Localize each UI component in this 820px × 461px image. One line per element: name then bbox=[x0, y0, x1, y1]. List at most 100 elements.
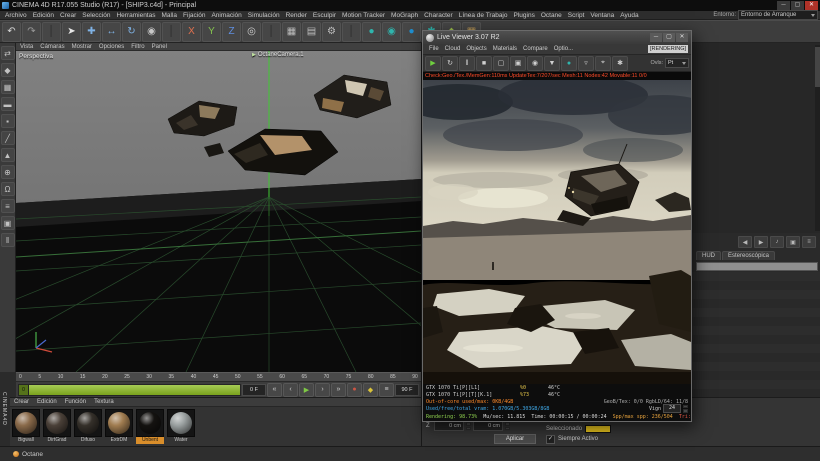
lv-menu-item[interactable]: Compare bbox=[520, 46, 551, 52]
viewport-menu-item[interactable]: Vista bbox=[20, 44, 33, 50]
panel-tab[interactable]: Estereoscópica bbox=[722, 251, 775, 260]
menu-item[interactable]: Esculpir bbox=[310, 12, 339, 19]
material-menu-item[interactable]: Crear bbox=[14, 399, 29, 405]
end-frame-field[interactable]: 90 F bbox=[395, 384, 419, 396]
close-button[interactable]: ✕ bbox=[805, 1, 818, 10]
toolbar-icon[interactable]: ↔ bbox=[102, 22, 121, 42]
left-toolbar-icon[interactable]: ▲ bbox=[1, 148, 15, 162]
overlays-dropdown[interactable]: Pt bbox=[665, 58, 689, 68]
toolbar-icon[interactable]: ◉ bbox=[142, 22, 161, 42]
menu-item[interactable]: Selección bbox=[79, 12, 113, 19]
material-menu-item[interactable]: Función bbox=[65, 399, 86, 405]
transport-button[interactable]: ◆ bbox=[363, 383, 378, 397]
menu-item[interactable]: Línea de Trabajo bbox=[456, 12, 511, 19]
transport-button[interactable]: ‹ bbox=[283, 383, 298, 397]
timeline-range-bar[interactable]: 0 bbox=[18, 384, 241, 396]
lv-toolbar-icon[interactable]: ▼ bbox=[544, 56, 560, 71]
lv-close-button[interactable]: ✕ bbox=[676, 33, 688, 42]
panel-icon[interactable]: ≡ bbox=[802, 236, 816, 248]
left-toolbar-icon[interactable]: ⇄ bbox=[1, 46, 15, 60]
scrollbar[interactable] bbox=[815, 45, 820, 231]
menu-item[interactable]: Ventana bbox=[587, 12, 617, 19]
menu-item[interactable]: Malla bbox=[158, 12, 180, 19]
material-item[interactable]: Unbent bbox=[136, 409, 164, 444]
material-menu-item[interactable]: Edición bbox=[37, 399, 57, 405]
menu-item[interactable]: Edición bbox=[30, 12, 57, 19]
viewport-menu-item[interactable]: Panel bbox=[152, 44, 167, 50]
material-menu-item[interactable]: Textura bbox=[94, 399, 114, 405]
menu-item[interactable]: Fijación bbox=[180, 12, 208, 19]
minimize-button[interactable]: ─ bbox=[777, 1, 790, 10]
viewport-menu-item[interactable]: Filtro bbox=[131, 44, 144, 50]
view-label[interactable]: Perspectiva bbox=[19, 53, 53, 60]
lv-toolbar-icon[interactable]: ▢ bbox=[493, 56, 509, 71]
camera-tag[interactable]: ▶ OctaneCamera.1 bbox=[252, 52, 304, 58]
toolbar-icon[interactable]: ↷ bbox=[22, 22, 41, 42]
material-thumbnail[interactable] bbox=[167, 409, 195, 437]
apply-button[interactable]: Aplicar bbox=[494, 434, 536, 444]
position-field[interactable]: 0 cm bbox=[434, 421, 464, 431]
material-item[interactable]: ExtrDM bbox=[105, 409, 133, 444]
menu-item[interactable]: Octane bbox=[538, 12, 565, 19]
toolbar-icon[interactable]: ➤ bbox=[62, 22, 81, 42]
lv-toolbar-icon[interactable]: ■ bbox=[476, 56, 492, 71]
left-toolbar-icon[interactable]: ⊕ bbox=[1, 165, 15, 179]
left-toolbar-icon[interactable]: Ω bbox=[1, 182, 15, 196]
material-thumbnail[interactable] bbox=[74, 409, 102, 437]
lv-minimize-button[interactable]: ─ bbox=[650, 33, 662, 42]
lv-toolbar-icon[interactable]: ● bbox=[561, 56, 577, 71]
lv-menu-item[interactable]: Optio... bbox=[551, 46, 576, 52]
size-field[interactable]: 0 cm bbox=[473, 421, 503, 431]
layout-dropdown[interactable]: Entorno de Arranque bbox=[738, 10, 818, 20]
toolbar-icon[interactable]: ✚ bbox=[82, 22, 101, 42]
material-item[interactable]: Water bbox=[167, 409, 195, 444]
panel-icon[interactable]: ♪ bbox=[770, 236, 784, 248]
material-thumbnail[interactable] bbox=[12, 409, 40, 437]
menu-item[interactable]: Script bbox=[565, 12, 588, 19]
transport-button[interactable]: › bbox=[315, 383, 330, 397]
current-frame-field[interactable]: 0 F bbox=[242, 384, 266, 396]
size-stepper[interactable] bbox=[505, 422, 510, 430]
left-toolbar-icon[interactable]: ▪ bbox=[1, 114, 15, 128]
menu-item[interactable]: Simulación bbox=[245, 12, 283, 19]
render-image[interactable] bbox=[423, 80, 691, 384]
lv-toolbar-icon[interactable]: ✱ bbox=[612, 56, 628, 71]
live-viewer-titlebar[interactable]: Live Viewer 3.07 R2 ─ ▢ ✕ bbox=[423, 31, 691, 44]
material-thumbnail[interactable] bbox=[136, 409, 164, 437]
menu-item[interactable]: Archivo bbox=[2, 12, 30, 19]
lv-toolbar-icon[interactable]: ▿ bbox=[578, 56, 594, 71]
left-toolbar-icon[interactable]: ≡ bbox=[1, 199, 15, 213]
lv-toolbar-icon[interactable]: ⌖ bbox=[595, 56, 611, 71]
menu-item[interactable]: Animación bbox=[208, 12, 244, 19]
maximize-button[interactable]: ▢ bbox=[791, 1, 804, 10]
material-name[interactable]: ExtrDM bbox=[105, 437, 133, 444]
toolbar-icon[interactable]: │ bbox=[342, 22, 361, 42]
toolbar-icon[interactable]: │ bbox=[262, 22, 281, 42]
toolbar-icon[interactable]: ◉ bbox=[382, 22, 401, 42]
material-item[interactable]: Difuso bbox=[74, 409, 102, 444]
toolbar-icon[interactable]: ⚙ bbox=[322, 22, 341, 42]
lv-toolbar-icon[interactable]: ◉ bbox=[527, 56, 543, 71]
toolbar-icon[interactable]: │ bbox=[42, 22, 61, 42]
material-thumbnail[interactable] bbox=[105, 409, 133, 437]
toolbar-icon[interactable]: ● bbox=[362, 22, 381, 42]
toolbar-icon[interactable]: ● bbox=[402, 22, 421, 42]
left-toolbar-icon[interactable]: ‖ bbox=[1, 233, 15, 247]
material-name[interactable]: Bigwall bbox=[12, 437, 40, 444]
material-thumbnail[interactable] bbox=[43, 409, 71, 437]
viewport-menu-item[interactable]: Opciones bbox=[99, 44, 124, 50]
left-toolbar-icon[interactable]: ▦ bbox=[1, 80, 15, 94]
current-frame-marker[interactable]: 0 bbox=[19, 385, 29, 395]
material-name[interactable]: Unbent bbox=[136, 437, 164, 444]
lv-toolbar-icon[interactable]: ↻ bbox=[442, 56, 458, 71]
material-name[interactable]: Difuso bbox=[74, 437, 102, 444]
material-item[interactable]: DirtGrad bbox=[43, 409, 71, 444]
transport-button[interactable]: ● bbox=[347, 383, 362, 397]
lv-menu-item[interactable]: Objects bbox=[463, 46, 489, 52]
left-toolbar-icon[interactable]: ▬ bbox=[1, 97, 15, 111]
menu-item[interactable]: Character bbox=[421, 12, 456, 19]
toolbar-icon[interactable]: Y bbox=[202, 22, 221, 42]
menu-item[interactable]: Herramientas bbox=[113, 12, 158, 19]
toolbar-icon[interactable]: ◎ bbox=[242, 22, 261, 42]
lv-maximize-button[interactable]: ▢ bbox=[663, 33, 675, 42]
